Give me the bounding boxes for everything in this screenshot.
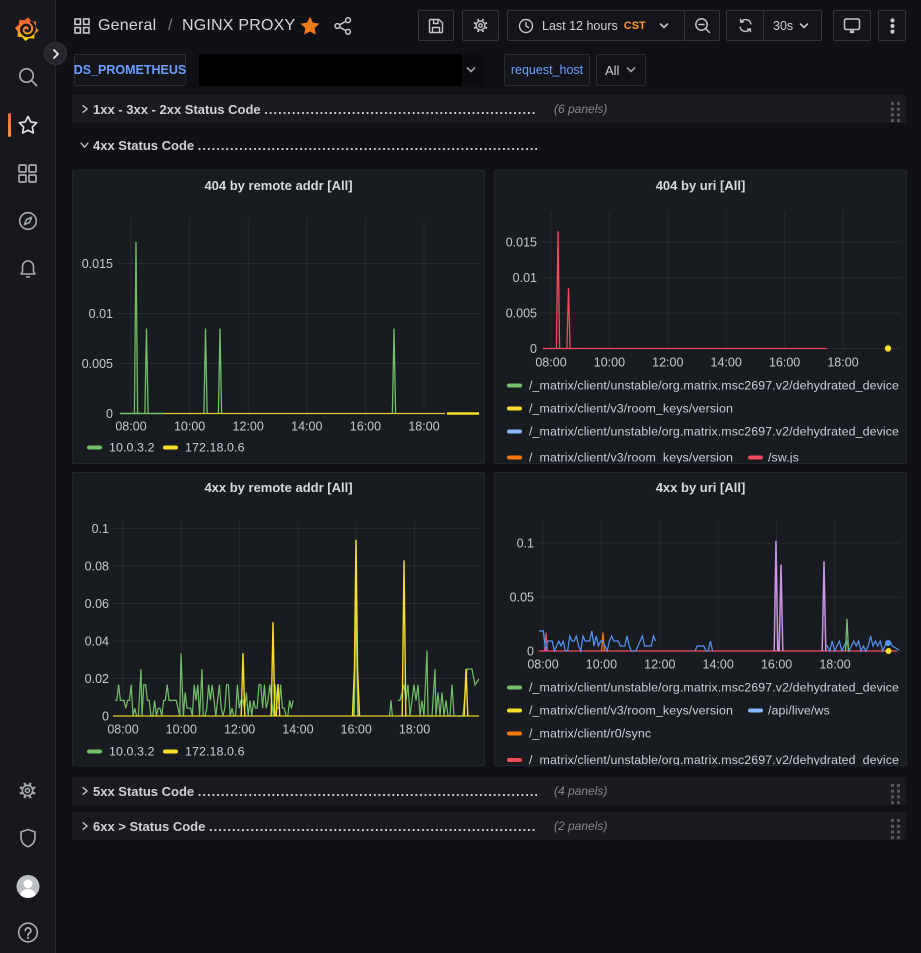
svg-text:12:00: 12:00: [233, 420, 264, 434]
svg-text:16:00: 16:00: [761, 658, 792, 672]
svg-text:/_matrix/client/unstable/org.m: /_matrix/client/unstable/org.matrix.msc2…: [529, 425, 899, 439]
svg-text:10:00: 10:00: [166, 723, 197, 737]
svg-text:/_matrix/client/v3/room_keys/v: /_matrix/client/v3/room_keys/version: [529, 704, 733, 718]
svg-text:10.0.3.2: 10.0.3.2: [109, 441, 155, 455]
svg-text:14:00: 14:00: [703, 658, 734, 672]
svg-text:/_matrix/client/unstable/org.m: /_matrix/client/unstable/org.matrix.msc2…: [529, 681, 899, 695]
svg-text:12:00: 12:00: [644, 658, 675, 672]
svg-text:0: 0: [530, 342, 537, 356]
svg-text:/_matrix/client/r0/sync: /_matrix/client/r0/sync: [529, 727, 651, 741]
svg-text:0.1: 0.1: [92, 522, 109, 536]
svg-text:/sw.js: /sw.js: [768, 451, 799, 464]
svg-text:12:00: 12:00: [652, 356, 683, 370]
svg-text:0: 0: [527, 645, 534, 659]
svg-text:10:00: 10:00: [174, 420, 205, 434]
svg-text:0.015: 0.015: [82, 257, 113, 271]
svg-text:/_matrix/client/v3/room_keys/v: /_matrix/client/v3/room_keys/version: [529, 451, 733, 464]
svg-text:0: 0: [102, 710, 109, 724]
svg-text:172.18.0.6: 172.18.0.6: [185, 441, 245, 455]
svg-text:0: 0: [106, 407, 113, 421]
svg-text:/_matrix/client/unstable/org.m: /_matrix/client/unstable/org.matrix.msc2…: [529, 753, 899, 765]
svg-text:14:00: 14:00: [291, 420, 322, 434]
svg-text:08:00: 08:00: [107, 723, 138, 737]
svg-text:10.0.3.2: 10.0.3.2: [109, 745, 155, 759]
svg-text:18:00: 18:00: [408, 420, 439, 434]
svg-text:10:00: 10:00: [586, 658, 617, 672]
svg-text:0.015: 0.015: [506, 236, 537, 250]
svg-text:0.04: 0.04: [85, 635, 109, 649]
svg-text:0.06: 0.06: [85, 597, 109, 611]
svg-text:12:00: 12:00: [224, 723, 255, 737]
svg-text:/api/live/ws: /api/live/ws: [768, 704, 830, 718]
svg-text:0.005: 0.005: [82, 357, 113, 371]
svg-text:16:00: 16:00: [769, 356, 800, 370]
svg-text:0.02: 0.02: [85, 672, 109, 686]
svg-text:172.18.0.6: 172.18.0.6: [185, 745, 245, 759]
svg-text:0.01: 0.01: [513, 271, 537, 285]
svg-text:14:00: 14:00: [711, 356, 742, 370]
svg-text:10:00: 10:00: [594, 356, 625, 370]
svg-text:16:00: 16:00: [341, 723, 372, 737]
svg-text:08:00: 08:00: [535, 356, 566, 370]
svg-text:/_matrix/client/unstable/org.m: /_matrix/client/unstable/org.matrix.msc2…: [529, 379, 899, 393]
svg-text:16:00: 16:00: [350, 420, 381, 434]
svg-text:0.01: 0.01: [89, 307, 113, 321]
svg-text:14:00: 14:00: [282, 723, 313, 737]
svg-text:0.1: 0.1: [517, 537, 534, 551]
svg-text:18:00: 18:00: [827, 356, 858, 370]
svg-text:0.05: 0.05: [510, 591, 534, 605]
svg-text:0.08: 0.08: [85, 560, 109, 574]
svg-text:18:00: 18:00: [819, 658, 850, 672]
svg-text:/_matrix/client/v3/room_keys/v: /_matrix/client/v3/room_keys/version: [529, 402, 733, 416]
svg-text:0.005: 0.005: [506, 307, 537, 321]
svg-text:08:00: 08:00: [115, 420, 146, 434]
svg-text:18:00: 18:00: [399, 723, 430, 737]
svg-text:08:00: 08:00: [527, 658, 558, 672]
